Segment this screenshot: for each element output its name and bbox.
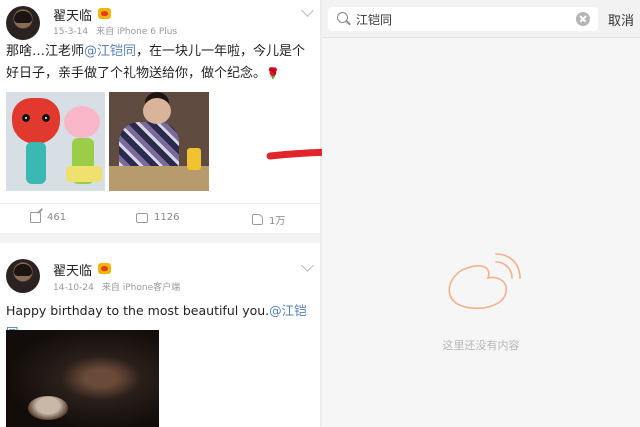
empty-message: 这里还没有内容: [442, 339, 520, 352]
post-image-puppets[interactable]: [6, 92, 105, 191]
author-name[interactable]: 翟天临: [53, 260, 92, 279]
vip-badge-icon: [98, 263, 111, 274]
repost-button[interactable]: 461: [30, 212, 66, 223]
rose-emoji: 🌹: [266, 67, 280, 80]
person-head: [143, 98, 171, 124]
chevron-down-icon[interactable]: [301, 259, 314, 272]
post-text-part: Happy birthday to the most beautiful you…: [6, 303, 270, 318]
post-card[interactable]: 翟天临 14-10-24 来自 iPhone客户端 Happy birthday …: [0, 243, 320, 427]
post-date: 14-10-24: [53, 283, 94, 293]
search-icon: [337, 12, 348, 23]
repost-icon: [30, 212, 41, 223]
like-icon: [252, 214, 263, 225]
search-box[interactable]: [328, 7, 598, 31]
birthday-cake: [28, 396, 68, 420]
pink-puppet: [64, 106, 100, 138]
chevron-down-icon[interactable]: [301, 4, 314, 17]
avatar[interactable]: [6, 6, 40, 40]
post-card[interactable]: 翟天临 15-3-14 来自 iPhone 6 Plus 那啥…江老师@江铠同，在…: [0, 0, 320, 233]
comment-count: 1126: [154, 212, 180, 223]
empty-weibo-icon: [448, 253, 521, 310]
heart-puppet: [12, 98, 60, 144]
like-count: 1万: [269, 216, 286, 227]
search-input[interactable]: [356, 10, 566, 28]
post-meta: 15-3-14 来自 iPhone 6 Plus: [53, 24, 177, 37]
puppet-body: [26, 142, 46, 184]
post-source: 来自 iPhone客户端: [101, 283, 181, 293]
search-bar: 取消: [322, 0, 640, 38]
post-image-crafting[interactable]: [109, 92, 209, 191]
clear-icon[interactable]: [576, 12, 590, 26]
author-name[interactable]: 翟天临: [53, 5, 92, 24]
post-source: 来自 iPhone 6 Plus: [96, 27, 178, 37]
repost-count: 461: [47, 212, 67, 223]
post-actions: 461 1126 1万: [0, 203, 320, 233]
toy: [187, 148, 201, 170]
post-date: 15-3-14: [53, 27, 89, 37]
comment-icon: [136, 212, 148, 223]
weibo-timeline: 翟天临 15-3-14 来自 iPhone 6 Plus 那啥…江老师@江铠同，在…: [0, 0, 320, 427]
avatar[interactable]: [6, 259, 40, 293]
comment-button[interactable]: 1126: [136, 212, 179, 223]
search-screen: 取消 这里还没有内容: [322, 0, 640, 427]
cancel-button[interactable]: 取消: [608, 10, 634, 29]
post-text-part: 那啥…江老师: [6, 44, 85, 59]
puppet-skirt: [66, 166, 102, 182]
post-image-birthday[interactable]: [6, 330, 159, 427]
mention-link[interactable]: @江铠同: [84, 44, 136, 59]
vip-badge-icon: [98, 8, 111, 19]
post-text: 那啥…江老师@江铠同，在一块儿一年啦，今儿是个好日子，亲手做了个礼物送给你，做个…: [6, 41, 314, 85]
post-meta: 14-10-24 来自 iPhone客户端: [53, 280, 180, 293]
like-button[interactable]: 1万: [252, 212, 285, 227]
